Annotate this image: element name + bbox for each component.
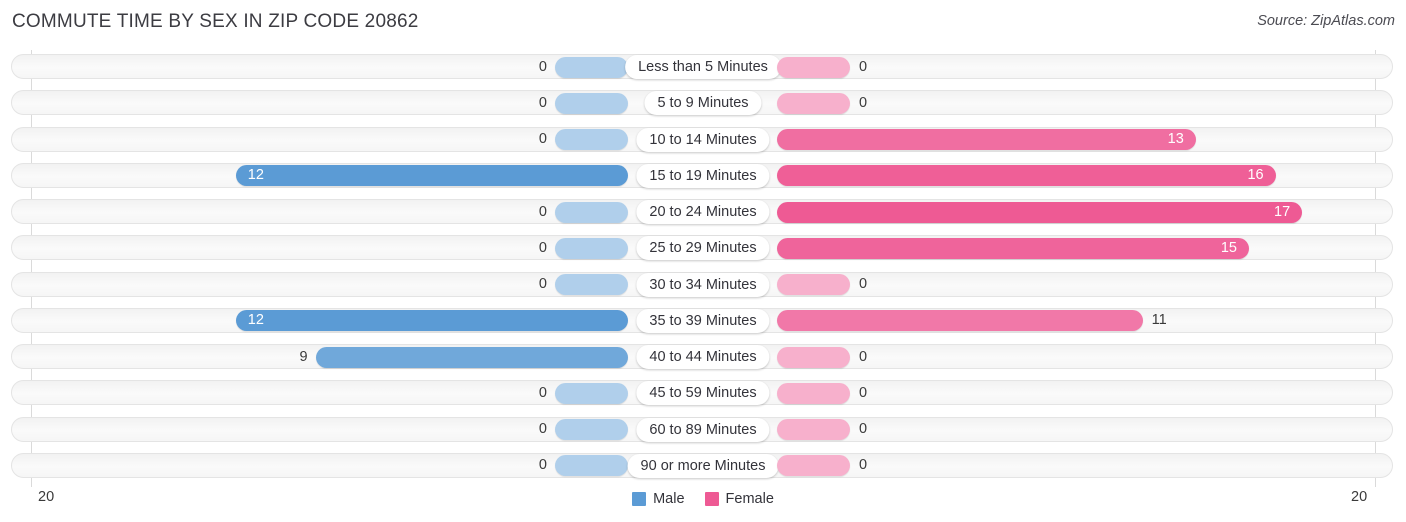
male-value-label: 0 xyxy=(538,94,547,111)
male-value-label: 12 xyxy=(247,312,264,329)
chart-row: 0 25 to 29 Minutes 15 xyxy=(0,235,1406,265)
category-label[interactable]: 35 to 39 Minutes xyxy=(636,308,770,333)
category-label[interactable]: 15 to 19 Minutes xyxy=(636,163,770,188)
chart-row: 0 20 to 24 Minutes 17 xyxy=(0,199,1406,229)
legend-swatch-icon xyxy=(632,492,647,506)
chart-row: 12 15 to 19 Minutes 16 xyxy=(0,162,1406,193)
female-value-label: 0 xyxy=(859,384,868,401)
male-bar[interactable] xyxy=(555,92,628,114)
female-bar[interactable] xyxy=(777,92,850,114)
female-bar[interactable] xyxy=(777,129,1196,150)
legend-label: Male xyxy=(653,491,685,507)
male-value-label: 0 xyxy=(538,239,547,256)
female-value-label: 0 xyxy=(859,421,868,437)
legend-item-male[interactable]: Male xyxy=(632,491,685,507)
category-label[interactable]: 90 or more Minutes xyxy=(627,453,779,478)
category-label[interactable]: 25 to 29 Minutes xyxy=(636,236,770,261)
legend-label: Female xyxy=(725,491,774,507)
chart-row: 0 45 to 59 Minutes 0 xyxy=(0,380,1406,410)
female-bar[interactable] xyxy=(777,237,1249,259)
male-bar[interactable] xyxy=(235,165,628,187)
male-bar[interactable] xyxy=(555,237,628,259)
female-bar[interactable] xyxy=(777,455,850,477)
female-bar[interactable] xyxy=(777,201,1303,223)
male-bar[interactable] xyxy=(315,346,628,368)
female-value-label: 16 xyxy=(1247,167,1264,184)
male-value-label: 0 xyxy=(538,276,547,292)
chart-row: 0 10 to 14 Minutes 13 xyxy=(0,126,1406,157)
female-value-label: 0 xyxy=(859,457,868,474)
chart-row: 9 40 to 44 Minutes 0 xyxy=(0,344,1406,374)
category-label[interactable]: 60 to 89 Minutes xyxy=(636,417,770,442)
female-bar[interactable] xyxy=(777,274,850,295)
male-bar[interactable] xyxy=(555,382,628,404)
female-value-label: 13 xyxy=(1167,131,1184,147)
female-bar[interactable] xyxy=(777,165,1276,187)
category-label[interactable]: 10 to 14 Minutes xyxy=(636,127,770,152)
female-value-label: 0 xyxy=(859,94,868,111)
male-bar[interactable] xyxy=(235,310,628,332)
chart-row: 0 60 to 89 Minutes 0 xyxy=(0,416,1406,447)
male-bar[interactable] xyxy=(555,455,628,477)
legend-swatch-icon xyxy=(704,492,719,506)
male-value-label: 0 xyxy=(538,384,547,401)
female-bar[interactable] xyxy=(777,56,850,78)
male-bar[interactable] xyxy=(555,274,628,295)
chart-row: 0 30 to 34 Minutes 0 xyxy=(0,271,1406,302)
female-bar[interactable] xyxy=(777,346,850,368)
female-bar[interactable] xyxy=(777,382,850,404)
male-value-label: 0 xyxy=(538,58,547,75)
chart-row: 0 5 to 9 Minutes 0 xyxy=(0,90,1406,120)
female-value-label: 15 xyxy=(1220,239,1237,256)
chart-plot-area: 0 Less than 5 Minutes 0 0 5 to 9 Minutes 0 0 10… xyxy=(0,0,1406,522)
category-label[interactable]: 30 to 34 Minutes xyxy=(636,272,770,297)
male-bar[interactable] xyxy=(555,56,628,78)
male-value-label: 0 xyxy=(538,421,547,437)
female-value-label: 0 xyxy=(859,276,868,292)
male-value-label: 0 xyxy=(538,203,547,220)
male-value-label: 12 xyxy=(247,167,264,184)
male-value-label: 0 xyxy=(538,457,547,474)
female-value-label: 17 xyxy=(1274,203,1291,220)
category-label[interactable]: 40 to 44 Minutes xyxy=(636,345,770,369)
category-label[interactable]: Less than 5 Minutes xyxy=(625,55,781,79)
chart-row: 12 35 to 39 Minutes 11 xyxy=(0,307,1406,338)
chart-row: 0 90 or more Minutes 0 xyxy=(0,452,1406,483)
category-label[interactable]: 5 to 9 Minutes xyxy=(644,91,762,116)
male-value-label: 0 xyxy=(538,131,547,147)
male-bar[interactable] xyxy=(555,419,628,440)
female-bar[interactable] xyxy=(777,310,1143,332)
female-value-label: 0 xyxy=(859,348,868,365)
male-bar[interactable] xyxy=(555,129,628,150)
male-value-label: 9 xyxy=(299,348,308,365)
female-bar[interactable] xyxy=(777,419,850,440)
female-value-label: 0 xyxy=(859,58,868,75)
female-value-label: 11 xyxy=(1151,312,1167,329)
category-label[interactable]: 45 to 59 Minutes xyxy=(636,381,770,406)
male-bar[interactable] xyxy=(555,201,628,223)
category-label[interactable]: 20 to 24 Minutes xyxy=(636,200,770,224)
chart-legend: Male Female xyxy=(0,487,1406,511)
legend-item-female[interactable]: Female xyxy=(704,491,774,507)
chart-row: 0 Less than 5 Minutes 0 xyxy=(0,54,1406,84)
